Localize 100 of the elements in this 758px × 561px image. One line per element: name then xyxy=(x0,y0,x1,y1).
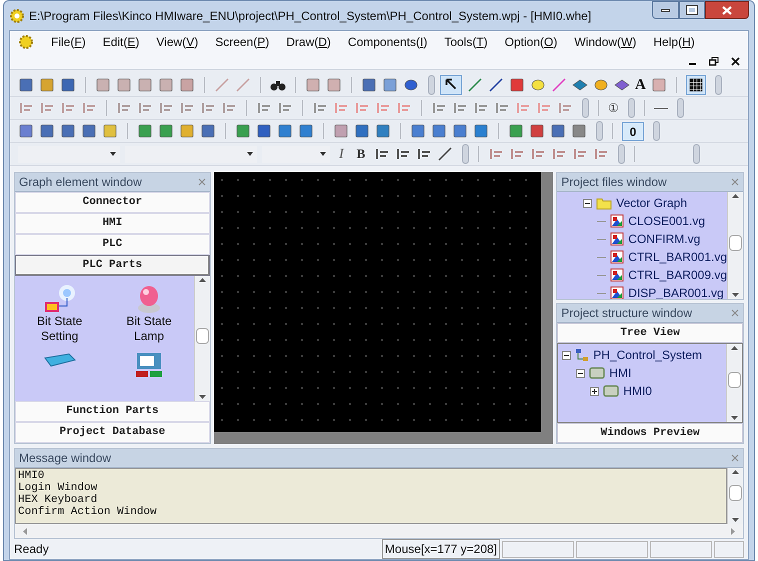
tool-icon[interactable] xyxy=(39,123,55,139)
tool-icon[interactable] xyxy=(137,77,153,93)
close-button[interactable] xyxy=(705,1,749,19)
italic-button[interactable]: I xyxy=(335,144,348,164)
tool-icon[interactable] xyxy=(452,123,468,139)
toolbar-grip[interactable] xyxy=(714,75,722,95)
menu-item[interactable]: Tools(T) xyxy=(444,33,488,51)
scroll-thumb[interactable] xyxy=(729,234,742,250)
toolbar-grip[interactable] xyxy=(693,144,700,164)
tree-item[interactable]: CONFIRM.vg xyxy=(628,230,700,248)
collapse-toggle-icon[interactable] xyxy=(576,368,586,378)
tool-icon[interactable] xyxy=(614,77,630,93)
toolbar-grip[interactable] xyxy=(653,121,660,141)
tool-icon[interactable] xyxy=(305,77,321,93)
scroll-up-icon[interactable] xyxy=(732,470,739,474)
tool-icon[interactable] xyxy=(18,77,34,93)
tool-icon[interactable] xyxy=(158,77,174,93)
tool-icon[interactable] xyxy=(410,123,426,139)
menu-item[interactable]: Components(I) xyxy=(348,33,428,51)
vertical-scrollbar[interactable] xyxy=(727,192,743,299)
tool-icon[interactable] xyxy=(550,123,566,139)
tool-icon[interactable] xyxy=(60,123,76,139)
tree-item[interactable]: Vector Graph xyxy=(616,194,687,212)
vertical-scrollbar[interactable] xyxy=(727,468,743,524)
tool-icon[interactable] xyxy=(158,123,174,139)
toolbar-grip[interactable] xyxy=(582,98,589,118)
tree-item[interactable]: HMI xyxy=(609,364,632,382)
menu-item[interactable]: Window(W) xyxy=(574,33,636,51)
menu-item[interactable]: Screen(P) xyxy=(215,33,270,51)
scroll-down-icon[interactable] xyxy=(732,518,739,522)
tool-icon[interactable] xyxy=(572,77,588,93)
scroll-down-icon[interactable] xyxy=(731,416,738,420)
tool-icon[interactable] xyxy=(650,77,667,93)
scroll-up-icon[interactable] xyxy=(732,194,739,198)
close-icon[interactable] xyxy=(731,56,740,66)
scroll-down-icon[interactable] xyxy=(198,395,206,399)
tool-icon[interactable] xyxy=(298,123,314,139)
scroll-thumb[interactable] xyxy=(729,485,742,501)
part-label[interactable]: Bit State Lamp xyxy=(119,314,180,344)
tree-item[interactable]: CTRL_BAR009.vg xyxy=(628,266,727,284)
tool-icon[interactable] xyxy=(18,123,34,139)
section-button[interactable]: PLC Parts xyxy=(15,255,210,276)
tool-icon[interactable] xyxy=(529,123,545,139)
menu-item[interactable]: Edit(E) xyxy=(102,33,140,51)
windows-preview-button[interactable]: Windows Preview xyxy=(557,423,743,443)
grid-icon[interactable] xyxy=(686,75,706,95)
tool-icon[interactable] xyxy=(374,146,390,162)
tool-icon[interactable] xyxy=(81,123,97,139)
section-button[interactable]: Connector xyxy=(15,192,210,213)
minimize-button[interactable] xyxy=(652,1,679,19)
horizontal-scrollbar[interactable] xyxy=(15,524,743,538)
scroll-thumb[interactable] xyxy=(728,372,741,388)
grid-size-field[interactable]: 0 xyxy=(622,122,644,140)
toolbar-grip[interactable] xyxy=(462,144,470,164)
menu-item[interactable]: View(V) xyxy=(156,33,198,51)
toolbar-grip[interactable] xyxy=(628,98,635,118)
tool-icon[interactable] xyxy=(137,123,153,139)
tree-item[interactable]: CLOSE001.vg xyxy=(628,212,705,230)
vertical-scrollbar[interactable] xyxy=(194,276,210,401)
restore-icon[interactable] xyxy=(709,56,719,66)
bold-button[interactable]: B xyxy=(352,144,370,164)
text-tool[interactable]: A xyxy=(635,74,646,96)
pointer-icon[interactable] xyxy=(440,75,462,95)
toolbar-grip[interactable] xyxy=(677,98,684,118)
tool-icon[interactable] xyxy=(508,123,524,139)
expand-toggle-icon[interactable] xyxy=(590,386,600,396)
menu-item[interactable]: File(F) xyxy=(51,33,86,51)
menu-item[interactable]: Help(H) xyxy=(653,33,695,51)
tool-icon[interactable] xyxy=(235,123,251,139)
scroll-down-icon[interactable] xyxy=(732,293,739,297)
tree-view-button[interactable]: Tree View xyxy=(557,323,743,343)
tool-icon[interactable] xyxy=(403,77,419,93)
tool-icon[interactable] xyxy=(39,77,55,93)
menu-item[interactable]: Draw(D) xyxy=(286,33,331,51)
part-label[interactable]: Bit State Setting xyxy=(30,314,90,344)
scroll-thumb[interactable] xyxy=(196,328,209,344)
menu-item[interactable]: Option(O) xyxy=(504,33,558,51)
toolbar-grip[interactable] xyxy=(428,75,435,95)
tool-icon[interactable] xyxy=(200,123,216,139)
tool-icon[interactable] xyxy=(95,77,111,93)
tool-icon[interactable] xyxy=(116,77,132,93)
tool-icon[interactable] xyxy=(256,123,272,139)
maximize-button[interactable] xyxy=(679,1,705,19)
collapse-toggle-icon[interactable] xyxy=(562,350,572,360)
tool-icon[interactable] xyxy=(179,77,195,93)
tool-icon[interactable] xyxy=(354,123,370,139)
tree-item[interactable]: HMI0 xyxy=(623,382,652,400)
tool-icon[interactable] xyxy=(179,123,195,139)
tool-icon[interactable] xyxy=(395,146,412,162)
scroll-right-icon[interactable] xyxy=(731,528,735,534)
tool-icon[interactable] xyxy=(333,123,349,139)
tree-item[interactable]: CTRL_BAR001.vg xyxy=(628,248,727,266)
tool-icon[interactable] xyxy=(509,77,525,93)
tool-icon[interactable] xyxy=(375,123,391,139)
tool-icon[interactable] xyxy=(60,77,76,93)
tool-icon[interactable] xyxy=(361,77,377,93)
toolbar-grip[interactable] xyxy=(618,144,626,164)
tool-icon[interactable] xyxy=(431,123,447,139)
tree-item[interactable]: PH_Control_System xyxy=(593,346,702,364)
scroll-up-icon[interactable] xyxy=(731,346,738,350)
